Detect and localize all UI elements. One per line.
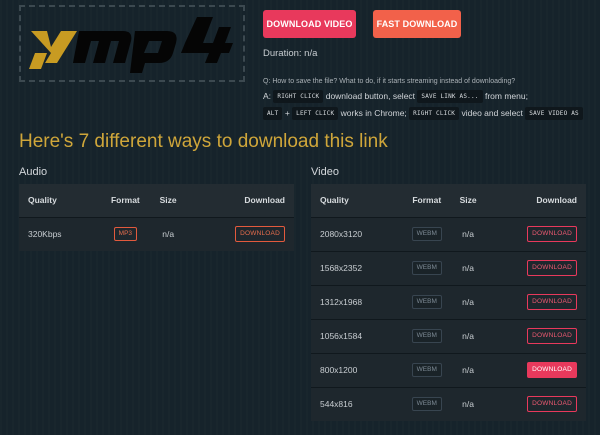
column-header-quality: Quality	[311, 184, 401, 217]
table-row: 320Kbps MP3 n/a DOWNLOAD	[19, 216, 294, 251]
format-badge: WEBM	[411, 227, 442, 241]
size-cell: n/a	[152, 216, 185, 251]
size-cell: n/a	[453, 318, 483, 353]
page-heading: Here's 7 different ways to download this…	[19, 131, 388, 152]
format-badge: WEBM	[411, 397, 442, 412]
kbd-save-video-as: SAVE VIDEO AS	[525, 107, 583, 121]
site-logo[interactable]	[19, 5, 245, 82]
download-button[interactable]: DOWNLOAD	[527, 260, 577, 276]
video-section-label: Video	[311, 166, 339, 178]
format-badge: MP3	[113, 227, 138, 242]
faq-answer: A: RIGHT CLICK download button, select S…	[263, 88, 593, 122]
quality-cell: 544x816	[311, 386, 401, 421]
format-badge: WEBM	[411, 329, 442, 343]
video-table: Quality Format Size Download 2080x3120 W…	[311, 184, 586, 421]
kbd-right-click: RIGHT CLICK	[273, 90, 324, 104]
table-row: 1312x1968 WEBM n/a DOWNLOAD	[311, 284, 586, 319]
download-button[interactable]: DOWNLOAD	[527, 294, 577, 310]
table-header-row: Quality Format Size Download	[19, 184, 294, 217]
download-button[interactable]: DOWNLOAD	[527, 226, 577, 242]
download-button[interactable]: DOWNLOAD	[527, 328, 577, 344]
column-header-quality: Quality	[19, 184, 99, 217]
faq-question: Q: How to save the file? What to do, if …	[263, 78, 516, 85]
quality-cell: 1312x1968	[311, 284, 401, 319]
table-row: 1056x1584 WEBM n/a DOWNLOAD	[311, 318, 586, 353]
quality-cell: 1568x2352	[311, 250, 401, 285]
table-row: 800x1200 WEBM n/a DOWNLOAD	[311, 352, 586, 387]
faq-text: download button, select	[325, 90, 416, 101]
column-header-download: Download	[184, 184, 294, 217]
faq-answer-prefix: A:	[263, 90, 272, 101]
ymp4-logo-icon	[29, 16, 233, 73]
format-badge: WEBM	[411, 295, 442, 309]
format-badge: WEBM	[411, 261, 442, 275]
download-button[interactable]: DOWNLOAD	[527, 362, 577, 378]
quality-cell: 320Kbps	[19, 216, 99, 251]
kbd-left-click: LEFT CLICK	[292, 107, 339, 121]
quality-cell: 2080x3120	[311, 216, 401, 251]
format-badge: WEBM	[411, 363, 442, 377]
size-cell: n/a	[453, 352, 483, 387]
kbd-right-click-2: RIGHT CLICK	[409, 107, 460, 121]
fast-download-button[interactable]: FAST DOWNLOAD	[373, 10, 461, 38]
audio-table: Quality Format Size Download 320Kbps MP3…	[19, 184, 294, 251]
column-header-size: Size	[152, 184, 185, 217]
column-header-format: Format	[98, 184, 153, 217]
duration-text: Duration: n/a	[263, 48, 318, 59]
size-cell: n/a	[453, 216, 483, 251]
download-button[interactable]: DOWNLOAD	[235, 226, 285, 243]
kbd-alt: ALT	[263, 107, 283, 121]
size-cell: n/a	[453, 250, 483, 285]
size-cell: n/a	[453, 284, 483, 319]
quality-cell: 1056x1584	[311, 318, 401, 353]
column-header-format: Format	[400, 184, 454, 217]
kbd-save-link-as: SAVE LINK AS...	[417, 90, 483, 104]
size-cell: n/a	[453, 386, 483, 421]
column-header-size: Size	[453, 184, 483, 217]
faq-text: +	[284, 107, 290, 118]
column-header-download: Download	[482, 184, 586, 217]
download-button[interactable]: DOWNLOAD	[527, 396, 577, 413]
faq-text: from menu;	[484, 90, 528, 101]
audio-section-label: Audio	[19, 166, 48, 178]
table-row: 544x816 WEBM n/a DOWNLOAD	[311, 386, 586, 421]
faq-text: video and select	[461, 107, 523, 118]
quality-cell: 800x1200	[311, 352, 401, 387]
table-row: 1568x2352 WEBM n/a DOWNLOAD	[311, 250, 586, 285]
download-video-button[interactable]: DOWNLOAD VIDEO	[263, 10, 356, 38]
table-row: 2080x3120 WEBM n/a DOWNLOAD	[311, 216, 586, 251]
table-header-row: Quality Format Size Download	[311, 184, 586, 217]
faq-text: works in Chrome;	[340, 107, 407, 118]
faq-block: Q: How to save the file? What to do, if …	[263, 77, 593, 122]
